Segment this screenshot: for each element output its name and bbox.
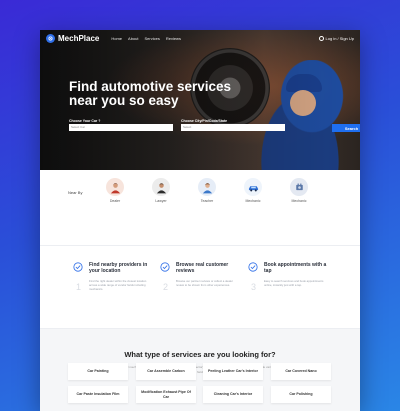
service-card[interactable]: Cleaning Car's Interior <box>203 386 263 403</box>
feature-number: 2 <box>163 282 169 292</box>
city-select[interactable]: Select <box>181 124 285 131</box>
search-button[interactable]: Search <box>332 124 360 132</box>
user-icon <box>318 35 324 41</box>
car-field: Choose Your Car ? Select Car <box>69 119 173 131</box>
nearby-item-label: Teacher <box>200 199 214 203</box>
nav-link-about[interactable]: About <box>128 36 138 41</box>
feature-title: Book appointments with a tap <box>264 262 327 274</box>
nearby-item-label: Mechanic <box>245 199 261 203</box>
check-circle-icon <box>248 262 258 272</box>
top-nav: MechPlace Home About Services Reviews Lo… <box>40 30 360 46</box>
services-heading: What type of services are you looking fo… <box>124 350 276 359</box>
car-field-label: Choose Your Car ? <box>69 119 101 123</box>
feature-description: Browse our partner reviews or collect a … <box>176 279 233 287</box>
city-field: Choose City/Pin/Code/State Select <box>181 119 285 131</box>
app-window: MechPlace Home About Services Reviews Lo… <box>40 30 360 411</box>
login-label: Log in / Sign Up <box>325 35 354 41</box>
engine-icon <box>290 178 308 196</box>
nearby-item-dealer[interactable]: Dealer <box>100 178 130 203</box>
search-form: Choose Your Car ? Select Car Choose City… <box>69 119 360 139</box>
nearby-item-mechanic-2[interactable]: Mechanic <box>284 178 314 203</box>
service-card[interactable]: Peeling Leather Car's Interior <box>203 363 263 380</box>
hero-headline-line1: Find automotive services <box>69 79 232 94</box>
lawyer-avatar-icon <box>152 178 170 196</box>
nearby-item-label: Dealer <box>109 199 121 203</box>
features-section: 1 Find nearby providers in your location… <box>40 246 360 329</box>
feature-number: 3 <box>251 282 257 292</box>
nearby-item-label: Mechanic <box>291 199 307 203</box>
check-circle-icon <box>73 262 83 272</box>
nearby-item-lawyer[interactable]: Lawyer <box>146 178 176 203</box>
check-circle-icon <box>160 262 170 272</box>
nav-link-services[interactable]: Services <box>144 36 159 41</box>
nearby-item-label: Lawyer <box>155 199 167 203</box>
service-card[interactable]: Car Painting <box>68 363 128 380</box>
service-card[interactable]: Car Covered Nano <box>271 363 331 380</box>
logo[interactable]: MechPlace <box>46 33 100 43</box>
city-field-label: Choose City/Pin/Code/State <box>181 119 228 123</box>
teacher-avatar-icon <box>198 178 216 196</box>
feature-number: 1 <box>76 282 82 292</box>
nav-link-home[interactable]: Home <box>111 36 122 41</box>
nearby-item-teacher[interactable]: Teacher <box>192 178 222 203</box>
hero-headline-line2: near you so easy <box>69 93 179 108</box>
dealer-avatar-icon <box>106 178 124 196</box>
nav-link-reviews[interactable]: Reviews <box>166 36 181 41</box>
service-card[interactable]: Modification Exhaust Pipe Of Car <box>136 386 196 403</box>
brand-name: MechPlace <box>58 33 100 43</box>
feature-description: Find the right dealer within the closest… <box>89 279 147 291</box>
nav-links: Home About Services Reviews <box>111 36 181 41</box>
car-select[interactable]: Select Car <box>69 124 173 131</box>
feature-title: Browse real customer reviews <box>176 262 229 274</box>
nearby-section: Near By Dealer Lawyer Teacher Mechanic M… <box>40 170 360 246</box>
service-card[interactable]: Car Polishing <box>271 386 331 403</box>
nearby-item-mechanic[interactable]: Mechanic <box>238 178 268 203</box>
login-link[interactable]: Log in / Sign Up <box>318 35 354 41</box>
service-card[interactable]: Car Paste Insulation Film <box>68 386 128 403</box>
service-card[interactable]: Car Assemble Carbon <box>136 363 196 380</box>
nearby-label: Near By <box>68 190 83 195</box>
hero-section: MechPlace Home About Services Reviews Lo… <box>40 30 360 170</box>
hero-headline: Find automotive services near you so eas… <box>69 80 249 108</box>
feature-title: Find nearby providers in your location <box>89 262 148 274</box>
gear-icon <box>46 33 55 43</box>
car-icon <box>244 178 262 196</box>
feature-description: Easy to search services and book appoint… <box>264 279 324 287</box>
